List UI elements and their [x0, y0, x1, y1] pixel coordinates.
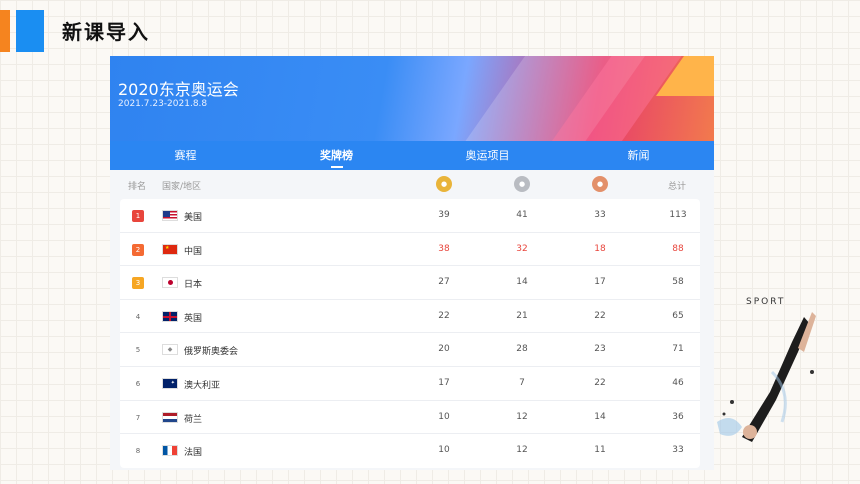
bronze-count: 23: [594, 344, 606, 355]
rank-badge: 6: [135, 379, 141, 388]
total-count: 46: [672, 377, 684, 388]
total-count: 33: [672, 445, 684, 456]
table-row[interactable]: 3 日本 27 14 17 58: [120, 266, 700, 300]
flag-uk-icon: [162, 310, 178, 322]
flag-japan-icon: [162, 277, 178, 289]
slide-title: 新课导入: [62, 20, 150, 44]
tab-news[interactable]: 新闻: [563, 141, 714, 170]
country-name: 澳大利亚: [184, 380, 221, 391]
blue-accent-bar: [16, 10, 44, 52]
tab-label: 奖牌榜: [320, 149, 353, 162]
gold-count: 27: [438, 277, 450, 288]
tab-olympic-events[interactable]: 奥运项目: [412, 141, 563, 170]
table-row[interactable]: 8 法国 10 12 11 33: [120, 434, 700, 468]
silver-count: 28: [516, 344, 528, 355]
country-name: 法国: [184, 448, 203, 459]
rank-badge: 3: [132, 277, 144, 290]
gold-medal-icon: ●: [436, 176, 452, 192]
table-row[interactable]: 1 美国 39 41 33 113: [120, 199, 700, 233]
gold-count: 39: [438, 210, 450, 220]
table-row[interactable]: 6 ✦ 澳大利亚 17 7 22 46: [120, 367, 700, 401]
gold-count: 22: [438, 310, 450, 321]
header-total: 总计: [668, 182, 687, 192]
flag-netherlands-icon: [162, 411, 178, 423]
bronze-count: 11: [594, 445, 606, 456]
table-row[interactable]: 2 ★ 中国 38 32 18 88: [120, 233, 700, 267]
tab-label: 赛程: [174, 149, 197, 162]
bronze-medal-icon: ●: [592, 176, 608, 192]
sport-text: SPORT: [746, 297, 785, 307]
header-rank: 排名: [128, 182, 147, 192]
country-name: 英国: [184, 313, 203, 324]
total-count: 65: [672, 310, 684, 321]
silver-count: 12: [516, 445, 528, 456]
tab-schedule[interactable]: 赛程: [110, 141, 261, 170]
flag-roc-icon: ◆: [162, 344, 178, 356]
country-name: 中国: [184, 246, 203, 257]
gold-count: 17: [438, 377, 450, 388]
total-count: 58: [672, 277, 684, 288]
rank-badge: 8: [135, 447, 141, 456]
tab-bar: 赛程 奖牌榜 奥运项目 新闻: [110, 141, 714, 170]
swimmer-decoration: SPORT: [712, 272, 832, 452]
table-row[interactable]: 7 荷兰 10 12 14 36: [120, 401, 700, 435]
flag-usa-icon: [162, 210, 178, 221]
tab-label: 新闻: [627, 149, 650, 162]
silver-count: 21: [516, 310, 528, 321]
rank-badge: 7: [135, 413, 141, 422]
swimmer-illustration-icon: SPORT: [717, 297, 816, 442]
total-count: 88: [672, 243, 684, 254]
orange-accent-bar: [0, 10, 10, 52]
table-row[interactable]: 5 ◆ 俄罗斯奥委会 20 28 23 71: [120, 333, 700, 367]
silver-count: 14: [516, 277, 528, 288]
bronze-count: 22: [594, 377, 606, 388]
slide-header: 新课导入: [0, 10, 400, 54]
bronze-count: 22: [594, 310, 606, 321]
header-country: 国家/地区: [162, 182, 202, 192]
gold-count: 20: [438, 344, 450, 355]
table-row[interactable]: 4 英国 22 21 22 65: [120, 300, 700, 334]
flag-china-icon: ★: [162, 243, 178, 255]
bronze-count: 17: [594, 277, 606, 288]
country-name: 俄罗斯奥委会: [184, 347, 239, 358]
total-count: 113: [669, 210, 687, 220]
gold-count: 10: [438, 445, 450, 456]
bronze-count: 18: [594, 243, 606, 254]
country-name: 荷兰: [184, 414, 203, 425]
banner-title: 2020东京奥运会: [118, 80, 239, 99]
gold-count: 38: [438, 243, 450, 254]
tab-label: 奥运项目: [465, 149, 510, 162]
rank-badge: 4: [135, 312, 141, 321]
total-count: 71: [672, 344, 684, 355]
banner-date: 2021.7.23-2021.8.8: [118, 99, 208, 109]
gold-count: 10: [438, 411, 450, 422]
flag-australia-icon: ✦: [162, 377, 178, 389]
country-name: 日本: [184, 280, 203, 291]
bronze-count: 33: [594, 210, 606, 220]
silver-count: 12: [516, 411, 528, 422]
silver-count: 41: [516, 210, 528, 220]
tab-medal-table[interactable]: 奖牌榜: [261, 141, 412, 170]
country-name: 美国: [184, 213, 203, 223]
rank-badge: 2: [132, 243, 144, 256]
silver-count: 32: [516, 243, 528, 254]
silver-count: 7: [519, 377, 525, 388]
active-tab-indicator: [330, 166, 343, 168]
table-header: 排名 国家/地区 ● ● ● 总计: [110, 170, 714, 199]
total-count: 36: [672, 411, 684, 422]
flag-france-icon: [162, 445, 178, 457]
bronze-count: 14: [594, 411, 606, 422]
silver-medal-icon: ●: [514, 176, 530, 192]
banner: 2020东京奥运会 2021.7.23-2021.8.8: [110, 56, 714, 141]
medal-table: 1 美国 39 41 33 113 2 ★ 中国 38 32 18 88 3 日…: [120, 199, 700, 468]
rank-badge: 5: [135, 346, 141, 355]
rank-badge: 1: [132, 210, 144, 222]
